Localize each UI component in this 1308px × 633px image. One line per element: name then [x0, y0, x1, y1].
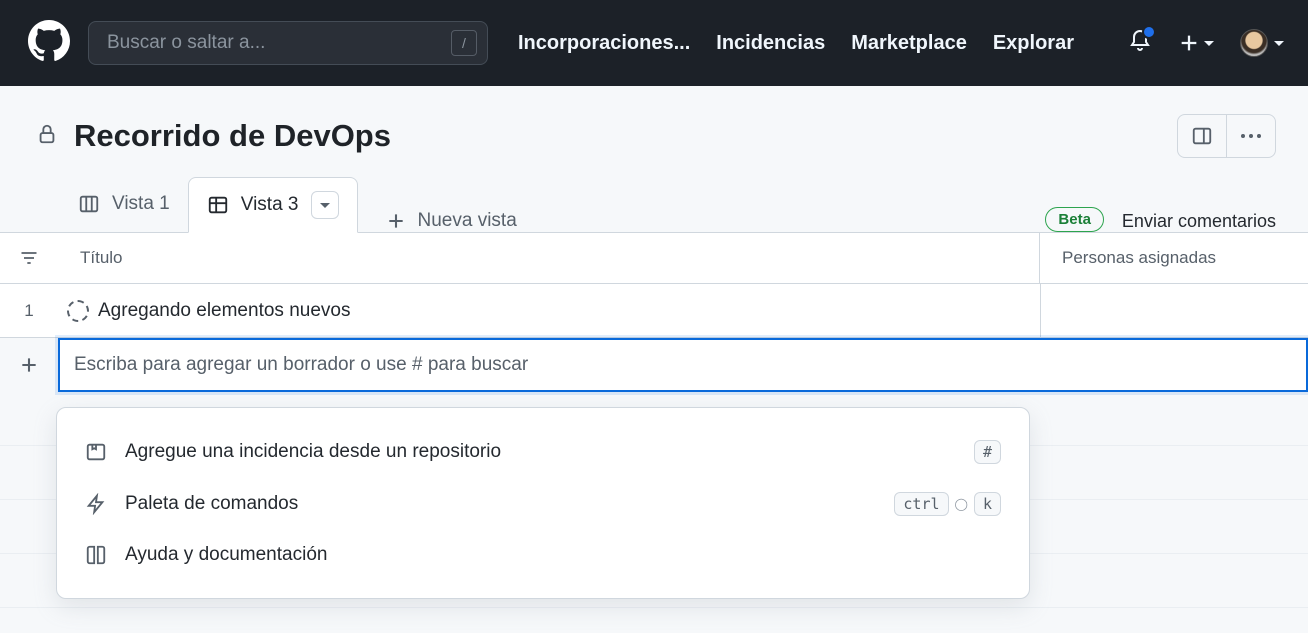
add-row-plus-icon[interactable] [0, 355, 58, 375]
table-row[interactable]: 1 Agregando elementos nuevos [0, 284, 1308, 338]
global-header: Buscar o saltar a... / Incorporaciones..… [0, 0, 1308, 86]
new-view-button[interactable]: Nueva vista [368, 210, 535, 232]
row-title[interactable]: Agregando elementos nuevos [98, 300, 1040, 322]
lock-icon [36, 123, 58, 150]
beta-badge: Beta [1045, 207, 1104, 232]
slash-key-hint: / [451, 30, 477, 56]
view-tab-label: Vista 3 [241, 194, 299, 216]
project-menu-button[interactable] [1226, 114, 1276, 158]
feedback-link[interactable]: Enviar comentarios [1122, 211, 1276, 232]
table-header: Título Personas asignadas [0, 232, 1308, 284]
project-header: Recorrido de DevOps [0, 86, 1308, 176]
add-item-input[interactable]: Escriba para agregar un borrador o use #… [58, 338, 1308, 392]
popover-item-label: Paleta de comandos [125, 493, 298, 515]
notification-dot-icon [1142, 25, 1156, 39]
project-title: Recorrido de DevOps [74, 118, 391, 154]
notifications-button[interactable] [1128, 29, 1152, 58]
header-actions [1128, 29, 1284, 58]
popover-item-label: Ayuda y documentación [125, 544, 327, 566]
views-tabbar: Vista 1 Vista 3 Nueva vista Beta Enviar … [0, 176, 1308, 232]
draft-status-icon [58, 300, 98, 322]
column-header-assignees[interactable]: Personas asignadas [1040, 248, 1308, 268]
view-tab-1[interactable]: Vista 1 [60, 176, 188, 232]
nav-marketplace[interactable]: Marketplace [851, 32, 967, 55]
view-tab-label: Vista 1 [112, 193, 170, 215]
ctrl-key: ctrl [894, 492, 948, 516]
caret-down-icon [1204, 41, 1214, 46]
popover-help[interactable]: Ayuda y documentación [57, 530, 1029, 580]
column-header-title[interactable]: Título [58, 233, 1040, 283]
popover-add-issue[interactable]: Agregue una incidencia desde un reposito… [57, 426, 1029, 478]
view-tab-menu[interactable] [311, 191, 339, 219]
nav-issues[interactable]: Incidencias [716, 32, 825, 55]
nav-pull-requests[interactable]: Incorporaciones... [518, 32, 690, 55]
view-tab-3[interactable]: Vista 3 [188, 177, 358, 233]
new-view-label: Nueva vista [418, 210, 517, 232]
caret-down-icon [320, 203, 330, 208]
avatar [1240, 29, 1268, 57]
user-menu[interactable] [1240, 29, 1284, 57]
add-item-placeholder: Escriba para agregar un borrador o use #… [74, 354, 528, 376]
row-assignees-cell[interactable] [1040, 284, 1308, 337]
create-new-dropdown[interactable] [1178, 32, 1214, 54]
key-separator: ◯ [955, 497, 968, 511]
kebab-icon [1241, 134, 1261, 138]
project-header-actions [1177, 114, 1276, 158]
nav-explore[interactable]: Explorar [993, 32, 1074, 55]
row-number: 1 [0, 301, 58, 321]
add-item-popover: Agregue una incidencia desde un reposito… [56, 407, 1030, 599]
popover-item-label: Agregue una incidencia desde un reposito… [125, 441, 501, 463]
filter-button[interactable] [0, 248, 58, 268]
side-panel-toggle[interactable] [1177, 114, 1227, 158]
github-logo[interactable] [28, 20, 70, 67]
caret-down-icon [1274, 41, 1284, 46]
hash-key: # [974, 440, 1001, 464]
primary-nav: Incorporaciones... Incidencias Marketpla… [518, 32, 1074, 55]
add-row: Escriba para agregar un borrador o use #… [0, 338, 1308, 392]
popover-command-palette[interactable]: Paleta de comandos ctrl ◯ k [57, 478, 1029, 530]
global-search[interactable]: Buscar o saltar a... / [88, 21, 488, 65]
search-placeholder: Buscar o saltar a... [107, 32, 451, 54]
k-key: k [974, 492, 1001, 516]
